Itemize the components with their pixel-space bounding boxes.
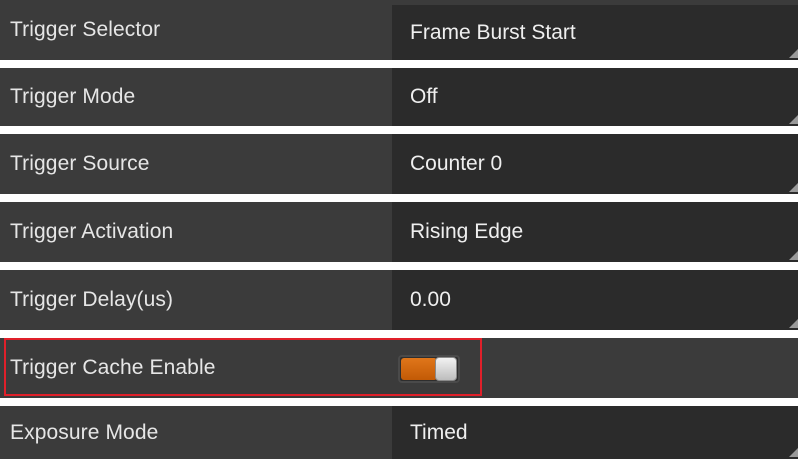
param-row-trigger-delay: Trigger Delay(us) 0.00 bbox=[0, 270, 798, 330]
param-label: Trigger Mode bbox=[10, 85, 136, 108]
trigger-activation-dropdown[interactable]: Rising Edge bbox=[392, 202, 798, 262]
param-label: Trigger Activation bbox=[10, 220, 174, 243]
dropdown-corner-icon bbox=[789, 251, 798, 260]
param-value: Frame Burst Start bbox=[410, 20, 576, 44]
param-row-trigger-cache-enable: Trigger Cache Enable bbox=[0, 338, 798, 398]
param-value: 0.00 bbox=[410, 288, 451, 311]
param-label: Trigger Source bbox=[10, 152, 150, 175]
param-value: Counter 0 bbox=[410, 152, 503, 175]
param-row-exposure-mode: Exposure Mode Timed bbox=[0, 406, 798, 459]
dropdown-corner-icon bbox=[789, 448, 798, 457]
param-row-trigger-activation: Trigger Activation Rising Edge bbox=[0, 202, 798, 262]
param-value: Off bbox=[410, 85, 438, 108]
param-label: Trigger Selector bbox=[10, 18, 161, 41]
param-value: Rising Edge bbox=[410, 220, 524, 243]
param-row-trigger-source: Trigger Source Counter 0 bbox=[0, 134, 798, 194]
toggle-track-on bbox=[401, 358, 437, 380]
exposure-mode-dropdown[interactable]: Timed bbox=[392, 406, 798, 459]
dropdown-corner-icon bbox=[789, 183, 798, 192]
parameter-panel: Trigger Selector Frame Burst Start Trigg… bbox=[0, 0, 798, 459]
trigger-delay-input[interactable]: 0.00 bbox=[392, 270, 798, 330]
toggle-knob[interactable] bbox=[435, 357, 457, 381]
param-label: Trigger Delay(us) bbox=[10, 288, 174, 311]
dropdown-corner-icon bbox=[789, 49, 798, 58]
trigger-cache-enable-toggle[interactable] bbox=[398, 355, 460, 383]
trigger-source-dropdown[interactable]: Counter 0 bbox=[392, 134, 798, 194]
input-corner-icon bbox=[789, 319, 798, 328]
param-row-trigger-selector: Trigger Selector Frame Burst Start bbox=[0, 0, 798, 60]
param-label: Exposure Mode bbox=[10, 420, 159, 444]
param-value: Timed bbox=[410, 420, 468, 444]
dropdown-corner-icon bbox=[789, 115, 798, 124]
trigger-selector-dropdown[interactable]: Frame Burst Start bbox=[392, 5, 798, 60]
param-label: Trigger Cache Enable bbox=[10, 356, 216, 379]
trigger-mode-dropdown[interactable]: Off bbox=[392, 68, 798, 126]
param-row-trigger-mode: Trigger Mode Off bbox=[0, 68, 798, 126]
